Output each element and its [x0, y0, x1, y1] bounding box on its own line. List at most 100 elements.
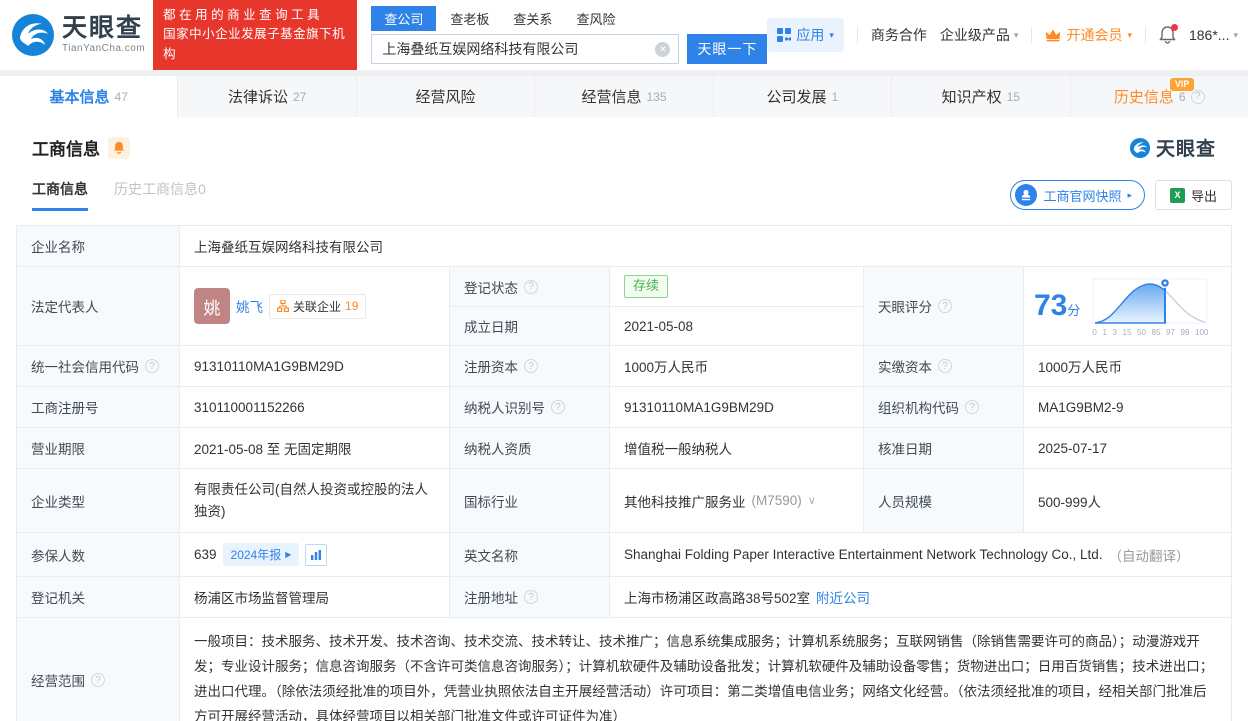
related-companies-badge[interactable]: 关联企业 19 [269, 293, 367, 319]
slogan-banner: 都在用的商业查询工具 国家中小企业发展子基金旗下机构 [153, 0, 358, 71]
help-icon[interactable]: ? [938, 299, 952, 313]
tab-count: 47 [114, 89, 128, 104]
search-input[interactable] [372, 35, 643, 63]
tab-intellectual-property[interactable]: 知识产权 15 [891, 76, 1069, 117]
apps-label: 应用 [796, 27, 825, 43]
divider [1144, 27, 1146, 43]
account-phone: 186*... [1188, 27, 1230, 43]
slogan-line1: 都在用的商业查询工具 [163, 7, 324, 22]
help-icon[interactable]: ? [551, 400, 565, 414]
business-scope-value: 一般项目：技术服务、技术开发、技术咨询、技术交流、技术转让、技术推广；信息系统集… [179, 618, 1231, 721]
tianyan-score-label: 天眼评分 ? [863, 267, 1023, 345]
org-chart-icon [277, 300, 289, 312]
help-icon[interactable]: ? [938, 359, 952, 373]
table-row-company-type: 企业类型 有限责任公司(自然人投资或控股的法人独资) 国标行业 其他科技推广服务… [17, 468, 1231, 533]
insured-trend-button[interactable] [305, 543, 328, 566]
search-tab-relation[interactable]: 查关系 [503, 6, 562, 31]
taxpayer-id-value: 91310110MA1G9BM29D [609, 387, 863, 427]
notifications-bell[interactable] [1159, 24, 1178, 44]
tianyan-score-value: 73分 0 1 3 15 50 85 97 99 100 [1023, 267, 1231, 345]
en-name-text: Shanghai Folding Paper Interactive Enter… [624, 547, 1103, 563]
related-label: 关联企业 [293, 299, 342, 314]
industry-code: (M7590) [751, 493, 802, 509]
table-row-biz-term: 营业期限 2021-05-08 至 无固定期限 纳税人资质 增值税一般纳税人 核… [17, 427, 1231, 468]
table-row-uscc: 统一社会信用代码 ? 91310110MA1G9BM29D 注册资本 ? 100… [17, 345, 1231, 386]
tab-label: 法律诉讼 [227, 89, 288, 106]
search-tab-boss[interactable]: 查老板 [440, 6, 499, 31]
logo-brand-text: 天眼查 [62, 14, 144, 42]
snapshot-label: 工商官网快照 [1043, 188, 1122, 204]
legal-rep-avatar[interactable]: 姚 [194, 288, 230, 324]
legal-rep-label: 法定代表人 [17, 267, 179, 345]
export-button[interactable]: X 导出 [1154, 180, 1232, 210]
stamp-icon [1015, 184, 1038, 206]
nearby-companies-link[interactable]: 附近公司 [816, 587, 870, 607]
reg-no-value: 310110001152266 [179, 387, 449, 427]
search-area: 查公司 查老板 查关系 查风险 ✕ 天眼一下 [371, 6, 768, 64]
export-label: 导出 [1190, 188, 1217, 204]
help-icon[interactable]: ? [1190, 89, 1205, 104]
official-snapshot-button[interactable]: 工商官网快照 ▸ [1010, 180, 1145, 210]
clear-search-icon[interactable]: ✕ [655, 41, 671, 57]
reg-status-label: 登记状态 ? [449, 267, 609, 306]
tab-basic-info[interactable]: 基本信息 47 [0, 76, 178, 117]
uscc-label: 统一社会信用代码 ? [17, 346, 179, 386]
search-tabs: 查公司 查老板 查关系 查风险 [371, 6, 767, 31]
approval-date-value: 2025-07-17 [1023, 428, 1231, 468]
tab-company-development[interactable]: 公司发展 1 [712, 76, 891, 117]
auto-translate-note: （自动翻译） [1108, 548, 1190, 564]
tianyancha-logo[interactable]: 天眼查 TianYanCha.com [10, 12, 145, 58]
subtab-business-info[interactable]: 工商信息 [32, 179, 88, 211]
legal-rep-link[interactable]: 姚飞 [236, 296, 263, 316]
reg-authority-value: 杨浦区市场监督管理局 [179, 577, 449, 618]
search-tab-risk[interactable]: 查风险 [566, 6, 625, 31]
company-nav-tabs: 基本信息 47 法律诉讼 27 经营风险 经营信息 135 公司发展 1 知识产… [0, 75, 1248, 117]
apps-menu[interactable]: 应用 ▾ [767, 18, 844, 52]
logo-domain-text: TianYanCha.com [62, 43, 146, 54]
company-type-value: 有限责任公司(自然人投资或控股的法人独资) [179, 469, 449, 533]
menu-enterprise-products[interactable]: 企业级产品 ▾ [940, 25, 1019, 45]
slogan-line2: 国家中小企业发展子基金旗下机构 [163, 27, 346, 61]
tab-business-info[interactable]: 经营信息 135 [534, 76, 712, 117]
annual-report-label: 2024年报 [230, 548, 282, 563]
account-menu[interactable]: 186*... ▾ [1189, 27, 1238, 43]
tab-count: 135 [646, 89, 667, 104]
chevron-down-icon[interactable]: ∨ [808, 494, 816, 507]
help-icon[interactable]: ? [145, 359, 159, 373]
tab-operational-risk[interactable]: 经营风险 [355, 76, 534, 117]
triangle-right-icon: ▶ [285, 550, 292, 560]
address-text: 上海市杨浦区政高路38号502室 [624, 591, 811, 607]
help-icon[interactable]: ? [91, 673, 105, 688]
help-icon[interactable]: ? [524, 590, 538, 605]
reg-capital-label: 注册资本 ? [449, 346, 609, 386]
vip-label: 开通会员 [1066, 27, 1123, 43]
notification-dot [1170, 24, 1178, 31]
help-icon[interactable]: ? [965, 400, 979, 414]
tab-label: 知识产权 [941, 89, 1002, 106]
tianyancha-logo-icon [12, 14, 54, 56]
address-label: 注册地址 ? [449, 577, 609, 618]
menu-open-vip[interactable]: 开通会员 ▾ [1045, 25, 1132, 45]
help-icon[interactable]: ? [524, 279, 538, 294]
staff-size-label: 人员规模 [863, 469, 1023, 533]
announcement-badge[interactable] [108, 136, 130, 159]
menu-business-cooperation[interactable]: 商务合作 [871, 25, 927, 45]
vip-caret-icon: ▾ [1127, 29, 1132, 40]
established-date-value: 2021-05-08 [609, 306, 863, 345]
legal-rep-value: 姚 姚飞 关联企业 19 [179, 267, 449, 345]
apps-grid-icon [777, 28, 792, 42]
business-info-card: 工商信息 天眼查 工商信息 历史工商信息0 工商官网快照 ▸ X 导出 企业名称… [0, 117, 1248, 721]
tab-legal-proceedings[interactable]: 法律诉讼 27 [177, 76, 355, 117]
tab-history-info[interactable]: VIP 历史信息 6 ? [1069, 76, 1248, 117]
score-unit: 分 [1067, 303, 1081, 318]
subtab-history-business-info[interactable]: 历史工商信息0 [114, 179, 206, 211]
search-tab-company[interactable]: 查公司 [371, 6, 437, 31]
divider [1031, 27, 1033, 43]
reg-capital-value: 1000万人民币 [609, 346, 863, 386]
search-button[interactable]: 天眼一下 [687, 34, 768, 64]
taxpayer-quality-value: 增值税一般纳税人 [609, 428, 863, 468]
enterprise-caret-icon: ▾ [1013, 29, 1019, 40]
annual-report-link[interactable]: 2024年报 ▶ [222, 543, 300, 567]
help-icon[interactable]: ? [524, 359, 538, 373]
reg-status-value: 存续 [609, 267, 863, 306]
